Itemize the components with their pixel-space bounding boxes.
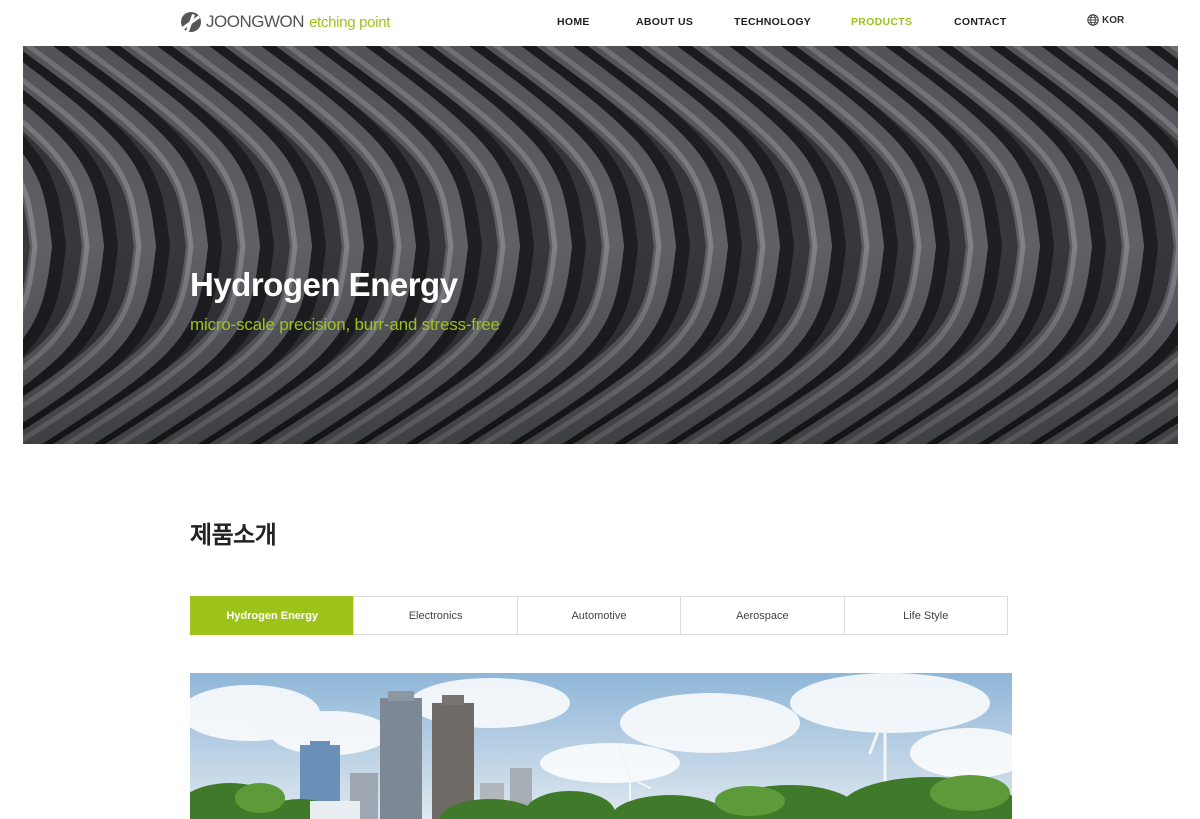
nav-about-us[interactable]: ABOUT US	[636, 16, 693, 28]
tab-life-style[interactable]: Life Style	[843, 596, 1008, 635]
language-selector[interactable]: KOR	[1087, 14, 1124, 26]
main-nav: HOME ABOUT US TECHNOLOGY PRODUCTS CONTAC…	[0, 16, 1200, 32]
globe-icon	[1087, 14, 1099, 26]
nav-contact[interactable]: CONTACT	[954, 16, 1007, 28]
hero-title: Hydrogen Energy	[190, 266, 458, 303]
tab-hydrogen-energy[interactable]: Hydrogen Energy	[190, 596, 355, 635]
city-wind-turbine-illustration	[190, 673, 1012, 819]
hero-subtitle: micro-scale precision, burr-and stress-f…	[190, 315, 500, 334]
tab-aerospace[interactable]: Aerospace	[680, 596, 845, 635]
feature-image-city-wind-turbines	[190, 673, 1012, 819]
section-title: 제품소개	[190, 522, 277, 549]
hero-banner: Hydrogen Energy micro-scale precision, b…	[23, 46, 1178, 444]
hero-background-image	[23, 46, 1178, 444]
language-label: KOR	[1102, 14, 1125, 26]
product-tabs: Hydrogen Energy Electronics Automotive A…	[190, 596, 1012, 635]
site-header: JOONGWON etching point HOME ABOUT US TEC…	[0, 0, 1200, 46]
nav-home[interactable]: HOME	[557, 16, 590, 28]
nav-technology[interactable]: TECHNOLOGY	[734, 16, 811, 28]
tab-electronics[interactable]: Electronics	[353, 596, 518, 635]
nav-products[interactable]: PRODUCTS	[851, 16, 912, 28]
tab-automotive[interactable]: Automotive	[516, 596, 682, 635]
